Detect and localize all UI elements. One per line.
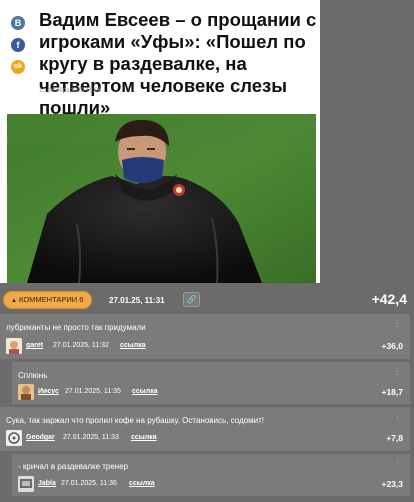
comment-link[interactable]: ссылка <box>129 480 155 487</box>
comment-author[interactable]: Иисус <box>38 388 59 395</box>
comment-reply-item: - кричал в раздевалке тренер Jabla 27.01… <box>12 454 410 496</box>
comment-link[interactable]: ссылка <box>132 388 158 395</box>
article-photo[interactable] <box>7 114 316 283</box>
more-icon[interactable]: ⋮ <box>393 458 402 469</box>
more-icon[interactable]: ⋮ <box>393 366 402 377</box>
comment-text: Сплюнь <box>18 371 48 380</box>
comment-score: +18,7 <box>381 387 403 397</box>
comment-link[interactable]: ссылка <box>131 434 157 441</box>
vk-icon[interactable]: В <box>11 16 25 30</box>
facebook-icon[interactable]: f <box>11 38 25 52</box>
comment-score: +7,8 <box>386 433 403 443</box>
comment-date: 27.01.2025, 11:36 <box>61 480 117 487</box>
comment-item: лубриканты не просто так придумали garet… <box>0 314 410 359</box>
comment-date: 27.01.2025, 11:35 <box>65 388 121 395</box>
comment-score: +23,3 <box>381 479 403 489</box>
comment-text: лубриканты не просто так придумали <box>6 323 146 332</box>
comment-author[interactable]: garet <box>26 342 43 349</box>
comment-link[interactable]: ссылка <box>120 342 146 349</box>
link-icon[interactable]: 🔗 <box>183 292 200 307</box>
comment-author[interactable]: Jabla <box>38 480 56 487</box>
post-date: 27.01.25, 11:31 <box>109 296 165 305</box>
odnoklassniki-icon[interactable]: ok <box>11 60 25 74</box>
comment-reply-item: Сплюнь Иисус 27.01.2025, 11:35 ссылка +1… <box>12 362 410 404</box>
comment-author[interactable]: Geodgar <box>26 434 55 441</box>
avatar[interactable] <box>6 430 22 446</box>
comment-text: Сука, так заржал что пролил кофе на руба… <box>6 416 264 425</box>
comments-button[interactable]: ▲ КОММЕНТАРИИ 6 <box>3 291 93 309</box>
avatar[interactable] <box>18 384 34 400</box>
more-icon[interactable]: ⋮ <box>393 318 402 329</box>
avatar[interactable] <box>18 476 34 492</box>
comment-text: - кричал в раздевалке тренер <box>18 462 129 471</box>
chevron-up-icon: ▲ <box>11 298 17 304</box>
more-icon[interactable]: ⋮ <box>393 411 402 422</box>
article-title[interactable]: Вадим Евсеев – о прощании с игроками «Уф… <box>39 9 317 119</box>
comment-date: 27.01.2025, 11:33 <box>63 434 119 441</box>
article-date: 10 октября 2020 16:06 <box>39 88 102 94</box>
article-card[interactable]: В f ok Вадим Евсеев – о прощании с игрок… <box>0 0 320 283</box>
comment-score: +36,0 <box>381 341 403 351</box>
coach-photo-image <box>7 114 316 283</box>
avatar[interactable] <box>6 338 22 354</box>
comment-item: Сука, так заржал что пролил кофе на руба… <box>0 407 410 451</box>
comments-button-label: КОММЕНТАРИИ 6 <box>19 295 84 304</box>
comment-date: 27.01.2025, 11:32 <box>53 342 109 349</box>
post-score: +42,4 <box>371 291 407 307</box>
comments-bar: ▲ КОММЕНТАРИИ 6 27.01.25, 11:31 🔗 +42,4 <box>0 287 414 313</box>
